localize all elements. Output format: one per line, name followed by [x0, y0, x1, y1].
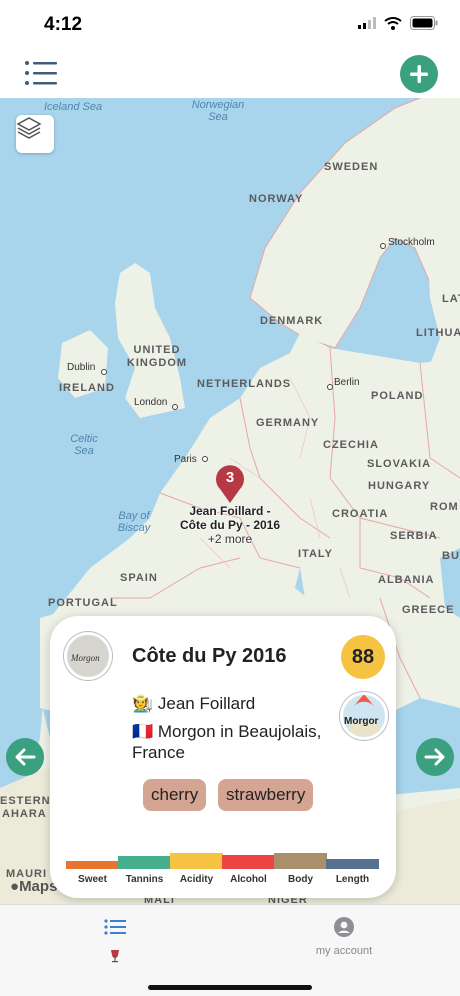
wifi-icon — [384, 16, 402, 30]
list-icon — [25, 61, 57, 85]
country-label-portugal: PORTUGAL — [48, 597, 118, 609]
country-label-ireland: IRELAND — [59, 382, 115, 394]
country-label-lat: LAT — [442, 293, 460, 305]
profile-label-tannins: Tannins — [125, 874, 164, 885]
country-label-lithua: LITHUA — [416, 327, 460, 339]
sea-label-celtic: Celtic Sea — [70, 433, 98, 457]
country-label-rom: ROM — [430, 501, 459, 513]
city-dot-paris — [202, 456, 208, 462]
country-label-sahara: AHARA — [2, 808, 47, 820]
country-label-uk: UNITED KINGDOM — [126, 344, 188, 369]
map-layers-button[interactable] — [16, 115, 54, 153]
country-label-albania: ALBANIA — [378, 574, 435, 586]
profile-bar-sweet — [66, 861, 119, 869]
city-label-dublin: Dublin — [67, 362, 96, 373]
list-menu-button[interactable] — [24, 58, 58, 88]
wine-glass-icon — [111, 950, 119, 963]
country-label-czechia: CZECHIA — [323, 439, 379, 451]
tab-my-account[interactable]: my account — [294, 917, 394, 965]
appellation-map[interactable]: Morgor — [340, 692, 388, 740]
next-wine-button[interactable] — [416, 738, 454, 776]
wine-card[interactable]: Morgon Côte du Py 2016 88 🧑‍🌾 Jean Foill… — [50, 616, 396, 898]
wine-cluster-pin[interactable]: 3 — [214, 464, 246, 504]
cluster-caption[interactable]: Jean Foillard - Côte du Py - 2016 +2 mor… — [150, 504, 310, 546]
country-label-bul: BUL — [442, 550, 460, 562]
profile-label-sweet: Sweet — [78, 874, 107, 885]
city-dot-london — [172, 404, 178, 410]
appellation-map-label: Morgor — [344, 716, 379, 727]
country-label-italy: ITALY — [298, 548, 333, 560]
producer: 🧑‍🌾 Jean Foillard — [132, 694, 256, 713]
tasting-tag-cherry[interactable]: cherry — [143, 779, 207, 811]
profile-label-body: Body — [288, 874, 313, 885]
profile-label-acidity: Acidity — [179, 874, 214, 885]
city-label-paris: Paris — [174, 454, 197, 465]
score-badge: 88 — [341, 635, 385, 679]
country-label-serbia: SERBIA — [390, 530, 438, 542]
taste-profile: Sweet Tannins Acidity Alcohol Body Lengt… — [66, 851, 380, 891]
plus-icon — [410, 65, 428, 83]
tab-my-account-label: my account — [315, 945, 373, 957]
region: 🇫🇷 Morgon in Beaujolais, France — [132, 722, 322, 762]
country-label-hungary: HUNGARY — [368, 480, 431, 492]
account-icon — [334, 917, 354, 937]
country-label-germany: GERMANY — [256, 417, 320, 429]
sea-label-iceland: Iceland Sea — [44, 101, 103, 113]
cluster-caption-line2: Côte du Py - 2016 — [179, 518, 281, 532]
city-dot-berlin — [327, 384, 333, 390]
country-label-norway: NORWAY — [249, 193, 304, 205]
country-label-western: ESTERN — [0, 795, 51, 807]
cluster-more: +2 more — [207, 532, 253, 546]
apple-icon: ● — [10, 878, 20, 895]
battery-icon — [410, 16, 438, 30]
profile-bar-body — [274, 853, 327, 869]
maps-attribution[interactable]: ●Maps — [10, 878, 57, 895]
add-wine-button[interactable] — [400, 55, 438, 93]
signal-icon — [358, 17, 376, 29]
country-label-greece: GREECE — [402, 604, 455, 616]
country-label-slovakia: SLOVAKIA — [367, 458, 432, 470]
arrow-right-icon — [424, 748, 445, 766]
profile-bar-tannins — [118, 856, 171, 869]
city-label-stockholm: Stockholm — [388, 237, 435, 248]
layers-icon — [16, 117, 42, 139]
bottle-label-text: Morgon — [71, 653, 100, 663]
city-label-berlin: Berlin — [334, 377, 360, 388]
list-icon — [104, 919, 126, 935]
city-label-london: London — [134, 397, 168, 408]
city-dot-dublin — [101, 369, 107, 375]
status-icons — [358, 16, 438, 30]
profile-label-length: Length — [335, 874, 370, 885]
cluster-count: 3 — [225, 469, 235, 486]
city-dot-stockholm — [380, 243, 386, 249]
home-indicator — [148, 985, 312, 990]
bottle-photo[interactable]: Morgon — [64, 632, 112, 680]
profile-bar-length — [326, 859, 379, 869]
profile-label-alcohol: Alcohol — [230, 874, 267, 885]
country-label-poland: POLAND — [371, 390, 424, 402]
country-label-sweden: SWEDEN — [324, 161, 379, 173]
profile-bar-alcohol — [222, 855, 275, 869]
country-label-spain: SPAIN — [120, 572, 158, 584]
profile-bar-acidity — [170, 853, 223, 869]
status-bar: 4:12 — [0, 0, 460, 52]
tasting-tag-strawberry[interactable]: strawberry — [218, 779, 314, 811]
wine-title: Côte du Py 2016 — [132, 645, 287, 667]
nav-bar — [0, 52, 460, 98]
sea-label-norwegian: Norwegian Sea — [191, 99, 245, 123]
arrow-left-icon — [15, 748, 36, 766]
country-label-netherlands: NETHERLANDS — [197, 378, 292, 390]
cluster-caption-line1: Jean Foillard - — [189, 504, 271, 518]
country-label-denmark: DENMARK — [260, 315, 324, 327]
status-time: 4:12 — [44, 14, 83, 35]
country-label-croatia: CROATIA — [332, 508, 389, 520]
tab-bar: my account — [0, 904, 460, 996]
tab-wines[interactable] — [94, 917, 138, 965]
previous-wine-button[interactable] — [6, 738, 44, 776]
